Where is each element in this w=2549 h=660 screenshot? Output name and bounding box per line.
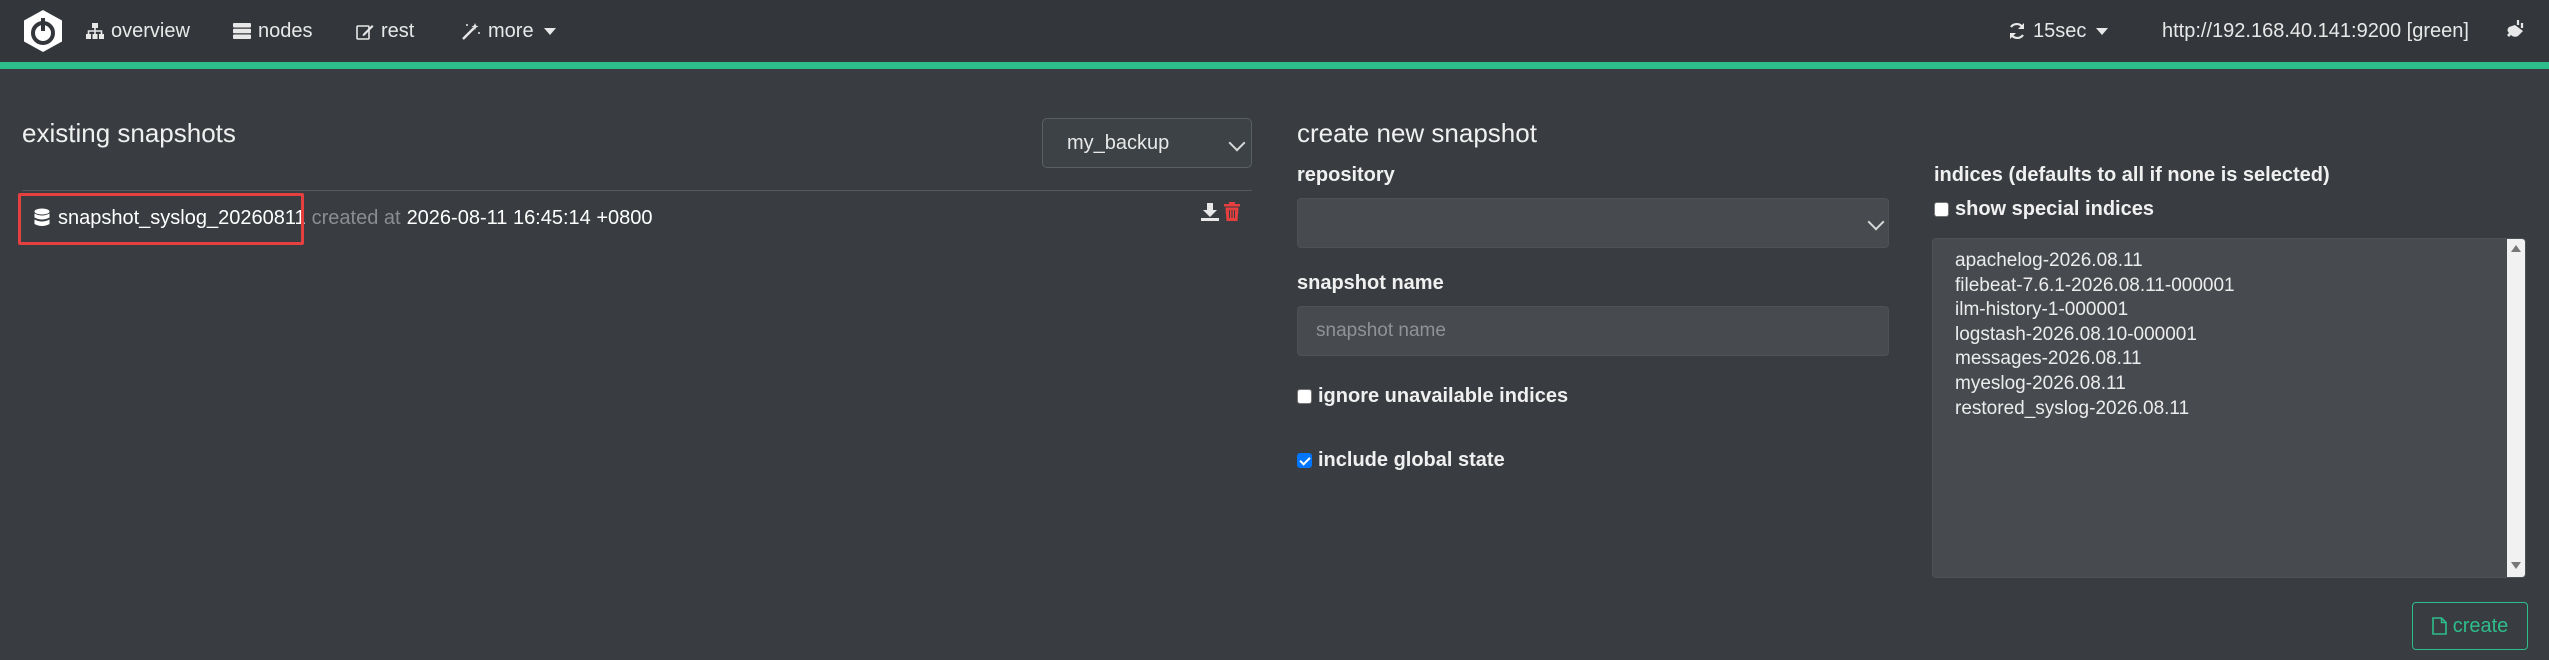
create-snapshot-title: create new snapshot — [1297, 118, 1537, 148]
created-at-value: 2026-08-11 16:45:14 +0800 — [406, 206, 653, 229]
magic-wand-icon — [462, 23, 480, 40]
create-repository-select[interactable] — [1297, 198, 1889, 248]
include-global-state-option[interactable]: include global state — [1297, 449, 1505, 472]
indices-multiselect[interactable]: apachelog-2026.08.11 filebeat-7.6.1-2026… — [1932, 238, 2526, 578]
include-global-state-label: include global state — [1318, 449, 1505, 471]
index-option[interactable]: logstash-2026.08.10-000001 — [1955, 323, 2525, 348]
cluster-status[interactable]: http://192.168.40.141:9200 [green] — [2162, 18, 2469, 44]
repository-label: repository — [1297, 164, 1395, 186]
edit-icon — [356, 24, 374, 40]
refresh-icon — [2010, 22, 2024, 40]
index-option[interactable]: filebeat-7.6.1-2026.08.11-000001 — [1955, 274, 2525, 299]
navbar-accent-bar — [0, 62, 2549, 69]
snapshot-name-field[interactable] — [1297, 306, 1889, 356]
scroll-down-arrow-icon[interactable] — [2511, 562, 2521, 569]
scroll-up-arrow-icon[interactable] — [2511, 245, 2521, 252]
ignore-unavailable-option[interactable]: ignore unavailable indices — [1297, 385, 1568, 408]
create-button-label: create — [2452, 614, 2509, 637]
nav-rest[interactable]: rest — [356, 18, 414, 44]
show-special-indices-label: show special indices — [1955, 198, 2154, 220]
indices-label: indices (defaults to all if none is sele… — [1934, 164, 2330, 186]
snapshot-name-highlight — [18, 193, 304, 245]
index-option[interactable]: apachelog-2026.08.11 — [1955, 249, 2525, 274]
existing-snapshots-title: existing snapshots — [22, 118, 236, 148]
nav-nodes-label: nodes — [258, 19, 313, 42]
nav-more-dropdown[interactable]: more — [461, 18, 556, 44]
chevron-down-icon — [1867, 213, 1885, 231]
top-navbar: overview nodes rest more 15sec http://19… — [0, 0, 2549, 62]
index-option[interactable]: ilm-history-1-000001 — [1955, 298, 2525, 323]
index-option[interactable]: messages-2026.08.11 — [1955, 347, 2525, 372]
file-icon — [2431, 617, 2447, 635]
snapshot-name-label: snapshot name — [1297, 272, 1444, 294]
chevron-down-icon — [543, 27, 556, 35]
snapshot-name-input[interactable] — [1298, 307, 1888, 355]
ignore-unavailable-label: ignore unavailable indices — [1318, 385, 1569, 407]
snapshot-repository-select[interactable]: my_backup — [1042, 118, 1252, 168]
show-special-indices-option[interactable]: show special indices — [1934, 198, 2154, 221]
refresh-interval-label: 15sec — [2033, 19, 2087, 42]
index-option[interactable]: myeslog-2026.08.11 — [1955, 372, 2525, 397]
repository-select-value: my_backup — [1067, 131, 1170, 154]
created-at-label: created at — [311, 206, 401, 229]
ignore-unavailable-checkbox[interactable] — [1297, 389, 1312, 404]
indices-list: apachelog-2026.08.11 filebeat-7.6.1-2026… — [1933, 239, 2525, 421]
nav-more-label: more — [488, 19, 534, 42]
create-snapshot-button[interactable]: create — [2412, 602, 2528, 650]
delete-trash-icon[interactable] — [1224, 202, 1240, 222]
index-option[interactable]: restored_syslog-2026.08.11 — [1955, 397, 2525, 422]
restore-download-icon[interactable] — [1200, 202, 1220, 222]
disconnect-plug-icon[interactable] — [2505, 19, 2525, 41]
nav-overview[interactable]: overview — [86, 18, 190, 44]
sitemap-icon — [86, 23, 104, 39]
indices-scrollbar[interactable] — [2507, 239, 2525, 577]
nav-nodes[interactable]: nodes — [233, 18, 313, 44]
server-icon — [233, 23, 251, 39]
include-global-state-checkbox[interactable] — [1297, 453, 1312, 468]
cluster-url-label: http://192.168.40.141:9200 [green] — [2162, 19, 2469, 42]
nav-overview-label: overview — [111, 19, 190, 42]
show-special-indices-checkbox[interactable] — [1934, 202, 1949, 217]
list-divider — [22, 190, 1252, 191]
chevron-down-icon — [2096, 27, 2109, 35]
chevron-down-icon — [1228, 134, 1246, 152]
nav-rest-label: rest — [381, 19, 415, 42]
cerebro-logo-icon[interactable] — [20, 8, 66, 54]
refresh-interval-dropdown[interactable]: 15sec — [2008, 18, 2109, 44]
